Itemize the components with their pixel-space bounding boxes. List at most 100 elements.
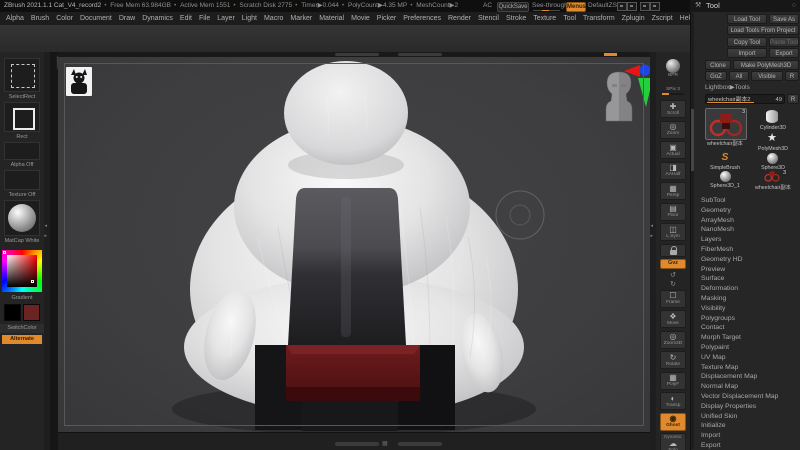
- subpalette-row[interactable]: Layers: [691, 235, 800, 245]
- simplebrush-thumbnail[interactable]: S: [705, 152, 745, 164]
- shelf-button-bpr[interactable]: BPR: [660, 56, 686, 82]
- shelf-button-camera-undo[interactable]: ↺: [660, 272, 686, 280]
- export-button[interactable]: Export: [769, 48, 799, 58]
- polymesh3d-thumbnail[interactable]: ★: [757, 131, 787, 145]
- shelf-button-persp[interactable]: ▦ Persp: [660, 182, 686, 200]
- shelf-button-actual[interactable]: ▣ Actual: [660, 141, 686, 159]
- menu-item[interactable]: Zscript: [652, 15, 673, 22]
- restore-config-button[interactable]: R: [787, 94, 799, 104]
- paste-tool-button[interactable]: Paste Tool: [769, 37, 799, 47]
- goz-visible-button[interactable]: Visible: [751, 71, 783, 81]
- sphere3d-thumbnail[interactable]: [757, 152, 787, 164]
- import-button[interactable]: Import: [727, 48, 767, 58]
- tray-divider-handle[interactable]: [398, 442, 442, 446]
- menu-item[interactable]: Edit: [180, 15, 192, 22]
- goz-r-button[interactable]: R: [785, 71, 799, 81]
- menu-item[interactable]: Stroke: [506, 15, 526, 22]
- tray-divider-handle[interactable]: [398, 53, 442, 56]
- menu-item[interactable]: Layer: [217, 15, 235, 22]
- subpalette-row[interactable]: Masking: [691, 294, 800, 304]
- goz-button[interactable]: GoZ: [705, 71, 727, 81]
- left-tray-divider[interactable]: ◂ ▸: [44, 52, 50, 450]
- wheelchair-thumbnail[interactable]: 3: [757, 170, 787, 182]
- copy-tool-button[interactable]: Copy Tool: [727, 37, 767, 47]
- subpalette-row[interactable]: Displacement Map: [691, 372, 800, 382]
- shelf-button-gvz[interactable]: Gvz: [660, 259, 686, 269]
- subpalette-row[interactable]: Morph Target: [691, 333, 800, 343]
- layout-next-icon[interactable]: [627, 2, 637, 11]
- shelf-button-rotate[interactable]: ↻ Rotate: [660, 351, 686, 369]
- current-material-well[interactable]: [4, 200, 40, 236]
- tool-name-slider[interactable]: wheelchair副本2 49: [705, 94, 785, 104]
- menu-item[interactable]: Tool: [563, 15, 576, 22]
- shelf-button-solo[interactable]: Dynamic ☁ Solo: [660, 433, 686, 450]
- subpalette-row[interactable]: Texture Map: [691, 363, 800, 373]
- expand-right-icon[interactable]: ▸: [651, 234, 654, 239]
- tray-divider-handle[interactable]: [335, 53, 379, 56]
- menu-item[interactable]: Brush: [31, 15, 49, 22]
- shelf-button-floor[interactable]: ▤ Floor: [660, 203, 686, 221]
- subpalette-row[interactable]: ArrayMesh: [691, 216, 800, 226]
- expand-tray-icon[interactable]: [640, 2, 650, 11]
- subpalette-row[interactable]: Polypaint: [691, 343, 800, 353]
- subpalette-row[interactable]: UV Map: [691, 353, 800, 363]
- menu-item[interactable]: Preferences: [403, 15, 441, 22]
- menu-item[interactable]: Color: [56, 15, 73, 22]
- subpalette-row[interactable]: NanoMesh: [691, 225, 800, 235]
- subpalette-row[interactable]: Deformation: [691, 284, 800, 294]
- menu-item[interactable]: Material: [319, 15, 344, 22]
- see-through-track[interactable]: [533, 10, 560, 12]
- shelf-button-move[interactable]: ❖ Move: [660, 310, 686, 328]
- collapse-tray-icon[interactable]: [650, 2, 660, 11]
- current-brush-well[interactable]: [4, 58, 40, 92]
- circle-menu-icon[interactable]: ○: [792, 0, 796, 12]
- menu-item[interactable]: Dynamics: [142, 15, 173, 22]
- tray-grip-icon[interactable]: ▦: [382, 441, 388, 447]
- subpalette-row[interactable]: Geometry: [691, 206, 800, 216]
- gradient-label[interactable]: Gradient: [0, 295, 44, 301]
- menu-item[interactable]: File: [199, 15, 210, 22]
- subpalette-row[interactable]: Visibility: [691, 304, 800, 314]
- active-tool-thumbnail[interactable]: 3: [705, 108, 747, 140]
- load-tools-from-project-button[interactable]: Load Tools From Project: [727, 25, 799, 35]
- save-as-button[interactable]: Save As: [769, 14, 799, 24]
- clone-button[interactable]: Clone: [705, 60, 731, 70]
- menu-item[interactable]: Macro: [264, 15, 283, 22]
- subpalette-row[interactable]: Initialize: [691, 421, 800, 431]
- sphere3d-1-thumbnail[interactable]: [705, 170, 745, 182]
- alternate-button[interactable]: Alternate: [2, 335, 42, 344]
- subpalette-row[interactable]: SubTool: [691, 196, 800, 206]
- shelf-button-zoom[interactable]: ◎ Zoom: [660, 121, 686, 139]
- shelf-button-aahalf[interactable]: ◨ AAHalf: [660, 162, 686, 180]
- current-stroke-well[interactable]: [4, 102, 40, 132]
- goz-all-button[interactable]: All: [729, 71, 749, 81]
- tray-divider-handle[interactable]: [335, 442, 379, 446]
- menu-item[interactable]: Picker: [377, 15, 396, 22]
- subpalette-row[interactable]: Polygroups: [691, 314, 800, 324]
- shelf-button-transp[interactable]: ◐ Transp: [660, 392, 686, 410]
- menu-item[interactable]: Stencil: [478, 15, 499, 22]
- cylinder3d-thumbnail[interactable]: [757, 108, 787, 124]
- subpalette-row[interactable]: Export: [691, 441, 800, 450]
- menu-item[interactable]: Alpha: [6, 15, 24, 22]
- switch-color-button[interactable]: SwitchColor: [0, 324, 44, 333]
- menu-item[interactable]: Document: [80, 15, 112, 22]
- make-polymesh3d-button[interactable]: Make PolyMesh3D: [733, 60, 799, 70]
- shelf-button-spix[interactable]: SPix 3: [660, 85, 686, 98]
- shelf-button-lock-camera[interactable]: [660, 244, 686, 257]
- subpalette-row[interactable]: Preview: [691, 265, 800, 275]
- shelf-button-zoom3d[interactable]: ◎ Zoom3D: [660, 331, 686, 349]
- shelf-button-scroll[interactable]: ✚ Scroll: [660, 100, 686, 118]
- menu-item[interactable]: Movie: [351, 15, 370, 22]
- collapse-right-icon[interactable]: ◂: [651, 224, 654, 229]
- main-color-swatch[interactable]: [4, 304, 21, 321]
- secondary-color-swatch[interactable]: [23, 304, 40, 321]
- viewport-canvas[interactable]: [58, 57, 650, 432]
- subpalette-row[interactable]: Vector Displacement Map: [691, 392, 800, 402]
- collapse-left-icon[interactable]: ◂: [45, 224, 48, 229]
- subpalette-row[interactable]: Contact: [691, 323, 800, 333]
- shelf-button-lsym[interactable]: ◫ L.Sym: [660, 223, 686, 241]
- current-texture-well[interactable]: [4, 170, 40, 190]
- subpalette-row[interactable]: Geometry HD: [691, 255, 800, 265]
- lightbox-tools-label[interactable]: Lightbox▶Tools: [705, 83, 750, 91]
